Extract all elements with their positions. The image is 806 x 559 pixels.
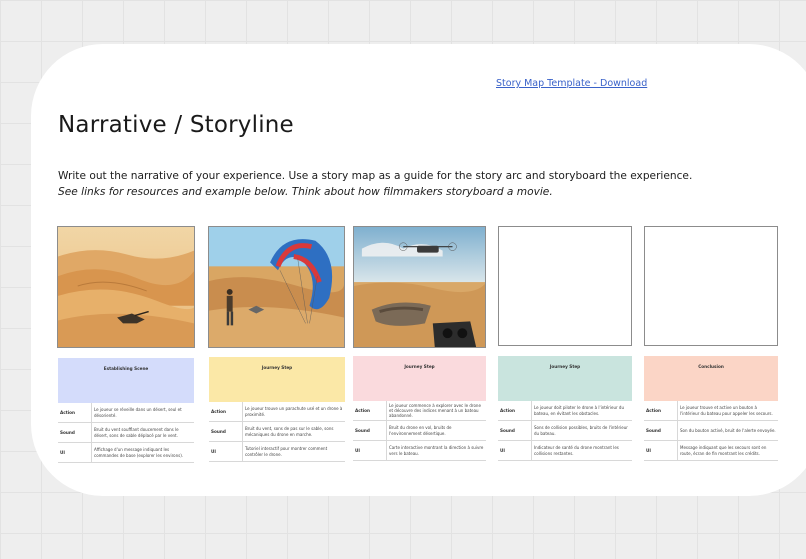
story-card-5[interactable]: Conclusion Action Le joueur trouve et act… [644, 356, 778, 461]
card-title: Conclusion [644, 356, 778, 376]
card-row-key: UI [498, 441, 532, 460]
paraglider-image [209, 227, 344, 347]
story-card-1[interactable]: Establishing Scene Action Le joueur se ré… [58, 358, 194, 463]
desert-dunes-image [58, 227, 194, 347]
card-row-key: UI [209, 442, 243, 461]
card-row-key: Action [209, 402, 243, 421]
card-title: Journey Step [353, 356, 486, 376]
storyboard-frame-3[interactable] [353, 226, 486, 348]
card-color-band [644, 376, 778, 401]
card-row: Action Le joueur trouve et active un bout… [644, 401, 778, 421]
card-row-key: Action [498, 401, 532, 420]
card-row-value: Bruit du drone en vol, bruits de l'envir… [389, 425, 452, 436]
card-row: UI Tutoriel interactif pour montrer comme… [209, 442, 345, 462]
card-row: Sound Sons de collision possibles, bruits… [498, 421, 632, 441]
card-row-value: Indicateur de santé du drone montrant le… [534, 445, 619, 456]
card-row: Action Le joueur trouve un parachute usé … [209, 402, 345, 422]
page-title: Narrative / Storyline [58, 112, 294, 138]
card-row-key: Action [353, 401, 387, 420]
card-row-key: Sound [498, 421, 532, 440]
storyboard-frame-2[interactable] [208, 226, 345, 348]
card-row: UI Carte interactive montrant la directio… [353, 441, 486, 461]
card-color-band [209, 377, 345, 402]
card-row-value: Le joueur se réveille dans un désert, se… [94, 407, 182, 418]
card-row-value: Sons de collision possibles, bruits de l… [534, 425, 628, 436]
card-color-band [353, 376, 486, 401]
storyboard-frame-1[interactable] [57, 226, 195, 348]
card-title: Journey Step [209, 357, 345, 377]
card-row: Sound Bruit du vent, sons de pas sur le s… [209, 422, 345, 442]
card-color-band [498, 376, 632, 401]
card-row: UI Affichage d'un message indiquant les c… [58, 443, 194, 463]
card-row: Action Le joueur se réveille dans un dése… [58, 403, 194, 423]
card-row-key: Action [644, 401, 678, 420]
story-card-3[interactable]: Journey Step Action Le joueur commence à … [353, 356, 486, 461]
card-row-value: Bruit du vent, sons de pas sur le sable,… [245, 426, 334, 437]
card-row-key: Sound [209, 422, 243, 441]
card-row-key: UI [58, 443, 92, 462]
card-row-value: Affichage d'un message indiquant les com… [94, 447, 184, 458]
card-title: Journey Step [498, 356, 632, 376]
card-row: Sound Son du bouton activé, bruit de l'al… [644, 421, 778, 441]
card-row-key: Sound [644, 421, 678, 440]
description-text: Write out the narrative of your experien… [58, 170, 693, 182]
card-row-value: Le joueur trouve et active un bouton à l… [680, 405, 773, 416]
storyboard-frame-5[interactable] [644, 226, 778, 346]
card-row-value: Message indiquant que les secours sont e… [680, 445, 767, 456]
story-card-4[interactable]: Journey Step Action Le joueur doit pilote… [498, 356, 632, 461]
card-row-key: UI [353, 441, 387, 460]
card-row-value: Le joueur commence à explorer avec le dr… [389, 402, 481, 419]
story-map-template-link[interactable]: Story Map Template - Download [496, 78, 647, 89]
card-row: UI Indicateur de santé du drone montrant … [498, 441, 632, 461]
card-row-value: Son du bouton activé, bruit de l'alerte … [680, 427, 776, 433]
card-row: Action Le joueur commence à explorer avec… [353, 401, 486, 421]
drone-desert-image [354, 227, 485, 347]
card-row-key: Sound [58, 423, 92, 442]
card-row: UI Message indiquant que les secours sont… [644, 441, 778, 461]
card-color-band [58, 378, 194, 403]
storyboard-frame-4[interactable] [498, 226, 632, 346]
card-title: Establishing Scene [58, 358, 194, 378]
card-row-value: Carte interactive montrant la direction … [389, 445, 484, 456]
card-row-key: Sound [353, 421, 387, 440]
card-row-key: UI [644, 441, 678, 460]
card-row-value: Bruit du vent soufflant doucement dans l… [94, 427, 179, 438]
card-row-key: Action [58, 403, 92, 422]
card-row-value: Le joueur doit piloter le drone à l'inté… [534, 405, 624, 416]
story-card-2[interactable]: Journey Step Action Le joueur trouve un p… [209, 357, 345, 462]
card-row-value: Tutoriel interactif pour montrer comment… [245, 446, 328, 457]
description-hint: See links for resources and example belo… [58, 186, 553, 198]
card-row: Sound Bruit du vent soufflant doucement d… [58, 423, 194, 443]
card-row-value: Le joueur trouve un parachute usé et un … [245, 406, 343, 417]
card-row: Sound Bruit du drone en vol, bruits de l'… [353, 421, 486, 441]
card-row: Action Le joueur doit piloter le drone à … [498, 401, 632, 421]
